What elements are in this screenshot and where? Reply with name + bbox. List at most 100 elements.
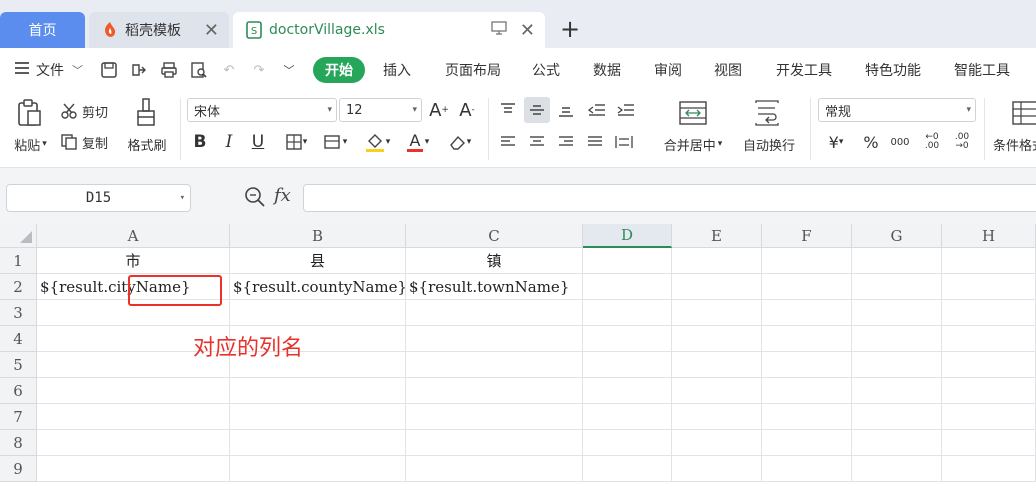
cell-h4[interactable] (942, 326, 1036, 352)
menu-formulas[interactable]: 公式 (532, 60, 560, 80)
cell-b3[interactable] (230, 300, 406, 326)
column-header-c[interactable]: C (406, 224, 583, 248)
cell-f8[interactable] (762, 430, 852, 456)
underline-button[interactable]: U (248, 130, 268, 154)
cell-h3[interactable] (942, 300, 1036, 326)
cell-c5[interactable] (406, 352, 583, 378)
menu-insert[interactable]: 插入 (383, 60, 411, 80)
cell-h1[interactable] (942, 248, 1036, 274)
cell-h9[interactable] (942, 456, 1036, 482)
row-header-4[interactable]: 4 (0, 326, 37, 352)
function-fx-icon[interactable]: fx (274, 185, 291, 206)
print-icon[interactable] (159, 60, 179, 80)
name-box[interactable]: D15 ▾ (6, 184, 191, 212)
cell-e1[interactable] (672, 248, 762, 274)
cell-c7[interactable] (406, 404, 583, 430)
percent-icon[interactable]: % (860, 130, 882, 154)
row-header-1[interactable]: 1 (0, 248, 37, 274)
align-right-icon[interactable] (555, 130, 577, 154)
cell-g7[interactable] (852, 404, 942, 430)
cell-a1[interactable]: 市 (37, 248, 230, 274)
cell-d6[interactable] (583, 378, 672, 404)
cell-f2[interactable] (762, 274, 852, 300)
cell-d2[interactable] (583, 274, 672, 300)
conditional-format-button[interactable]: 条件格式 (993, 134, 1036, 154)
cell-g9[interactable] (852, 456, 942, 482)
cell-a7[interactable] (37, 404, 230, 430)
menu-view[interactable]: 视图 (714, 60, 742, 80)
redo-icon[interactable]: ↷ (249, 60, 269, 80)
number-format-select[interactable]: 常规 ▾ (818, 98, 976, 122)
column-header-a[interactable]: A (37, 224, 230, 248)
decrease-indent-icon[interactable] (586, 98, 608, 122)
cell-a8[interactable] (37, 430, 230, 456)
column-header-b[interactable]: B (230, 224, 406, 248)
menu-smart-tools[interactable]: 智能工具 (954, 60, 1010, 80)
formula-input[interactable] (303, 184, 1036, 212)
close-icon[interactable]: ✕ (520, 20, 535, 41)
cell-f5[interactable] (762, 352, 852, 378)
select-all-corner[interactable] (0, 224, 37, 248)
align-bottom-icon[interactable] (555, 98, 577, 122)
cell-b9[interactable] (230, 456, 406, 482)
cell-e6[interactable] (672, 378, 762, 404)
cell-g4[interactable] (852, 326, 942, 352)
menu-developer[interactable]: 开发工具 (776, 60, 832, 80)
bold-button[interactable]: B (190, 130, 210, 154)
cell-d1[interactable] (583, 248, 672, 274)
format-painter-button[interactable]: 格式刷 (122, 134, 172, 154)
cell-d8[interactable] (583, 430, 672, 456)
menu-home[interactable]: 开始 (313, 57, 365, 83)
menu-features[interactable]: 特色功能 (865, 60, 921, 80)
wrap-text-icon[interactable] (750, 98, 784, 128)
cell-c8[interactable] (406, 430, 583, 456)
cell-g8[interactable] (852, 430, 942, 456)
font-name-select[interactable]: 宋体 ▾ (187, 98, 337, 122)
align-center-icon[interactable] (526, 130, 548, 154)
menu-data[interactable]: 数据 (593, 60, 621, 80)
cell-g1[interactable] (852, 248, 942, 274)
more-chevron-icon[interactable]: ﹀ (279, 60, 299, 80)
align-top-icon[interactable] (497, 98, 519, 122)
undo-icon[interactable]: ↶ (219, 60, 239, 80)
format-painter-icon[interactable] (132, 97, 160, 127)
cell-d5[interactable] (583, 352, 672, 378)
copy-button[interactable]: 复制 (60, 132, 108, 152)
cell-h2[interactable] (942, 274, 1036, 300)
cell-b8[interactable] (230, 430, 406, 456)
cell-a6[interactable] (37, 378, 230, 404)
increase-decimal-icon[interactable]: ←0.00 (918, 130, 946, 154)
export-icon[interactable] (129, 60, 149, 80)
cell-h5[interactable] (942, 352, 1036, 378)
justify-icon[interactable] (584, 130, 606, 154)
decrease-decimal-icon[interactable]: .00 →0 (948, 130, 976, 154)
borders-icon[interactable]: ▾ (280, 130, 312, 154)
paste-button[interactable]: 粘贴 ▾ (8, 134, 53, 154)
fill-color-icon[interactable]: ▾ (360, 130, 394, 154)
cell-style-icon[interactable]: ▾ (318, 130, 352, 154)
column-header-e[interactable]: E (672, 224, 762, 248)
merge-cells-icon[interactable] (676, 98, 710, 128)
cell-b7[interactable] (230, 404, 406, 430)
cell-e7[interactable] (672, 404, 762, 430)
cell-g5[interactable] (852, 352, 942, 378)
file-menu[interactable]: 文件 ﹀ (14, 60, 83, 80)
close-icon[interactable]: ✕ (204, 20, 219, 41)
distributed-align-icon[interactable] (613, 130, 635, 154)
increase-indent-icon[interactable] (615, 98, 637, 122)
cell-e3[interactable] (672, 300, 762, 326)
cell-c6[interactable] (406, 378, 583, 404)
cell-b2[interactable]: ${result.countyName} (230, 274, 406, 300)
italic-button[interactable]: I (219, 130, 239, 154)
cell-c2[interactable]: ${result.townName} (406, 274, 583, 300)
new-tab-plus-icon[interactable]: + (560, 15, 580, 43)
cell-f4[interactable] (762, 326, 852, 352)
row-header-2[interactable]: 2 (0, 274, 37, 300)
cell-e5[interactable] (672, 352, 762, 378)
cut-button[interactable]: 剪切 (60, 101, 108, 121)
row-header-9[interactable]: 9 (0, 456, 37, 482)
row-header-7[interactable]: 7 (0, 404, 37, 430)
cell-c3[interactable] (406, 300, 583, 326)
cell-d9[interactable] (583, 456, 672, 482)
row-header-6[interactable]: 6 (0, 378, 37, 404)
